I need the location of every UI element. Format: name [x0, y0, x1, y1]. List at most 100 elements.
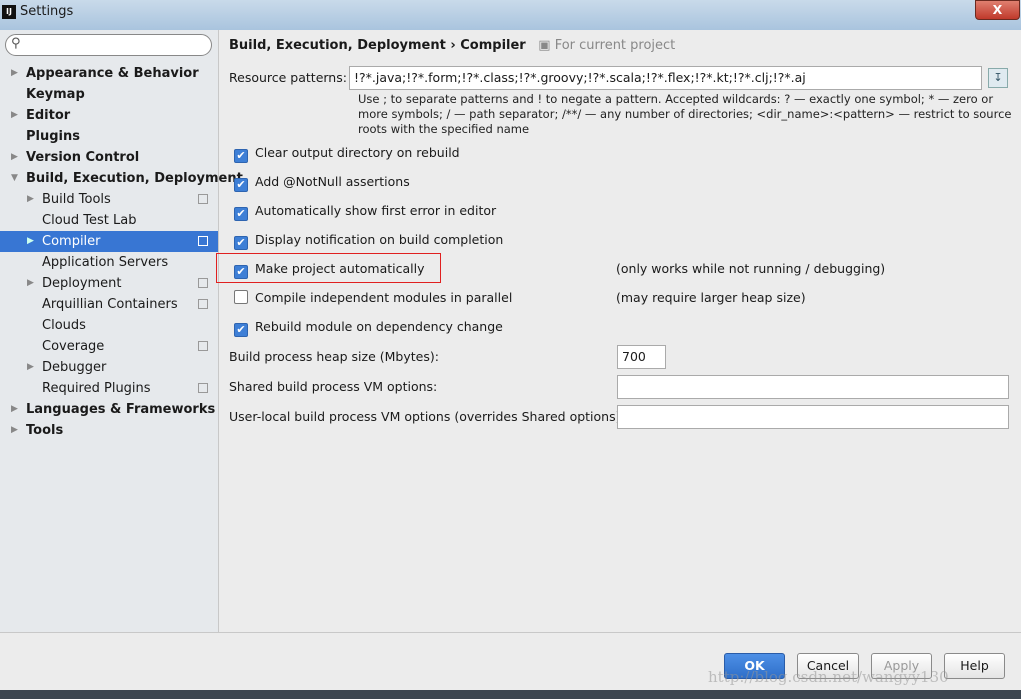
title-bar: IJ Settings X: [0, 0, 1021, 30]
sidebar-item[interactable]: ▶ Editor: [0, 105, 218, 126]
sidebar-item-label: Coverage: [42, 339, 105, 354]
checkbox-checked[interactable]: ✔: [234, 178, 248, 192]
download-icon: ↧: [993, 71, 1003, 84]
sidebar-item-label: Required Plugins: [42, 381, 151, 396]
project-scope-icon: [198, 341, 208, 351]
chevron-right-icon[interactable]: ▶: [27, 189, 34, 210]
checkbox-row[interactable]: ✔ Display notification on build completio…: [234, 230, 503, 250]
checkbox-label: Clear output directory on rebuild: [255, 145, 460, 160]
chevron-right-icon[interactable]: ▶: [11, 63, 18, 84]
sidebar-item-label: Plugins: [26, 129, 80, 144]
checkbox-row[interactable]: ✔ Clear output directory on rebuild: [234, 143, 460, 163]
scope-label: For current project: [554, 38, 676, 53]
checkbox-label: Add @NotNull assertions: [255, 174, 410, 189]
heap-size-label: Build process heap size (Mbytes):: [229, 349, 439, 364]
sidebar-item-label: Keymap: [26, 87, 85, 102]
chevron-right-icon[interactable]: ▶: [27, 273, 34, 294]
sidebar-item-label: Build Tools: [42, 192, 111, 207]
sidebar-item[interactable]: Keymap: [0, 84, 218, 105]
help-button[interactable]: Help: [944, 653, 1005, 679]
resource-patterns-label: Resource patterns:: [229, 70, 347, 85]
project-scope-icon: [198, 236, 208, 246]
sidebar-item-label: Debugger: [42, 360, 107, 375]
sidebar-item[interactable]: ▶ Build Tools: [0, 189, 218, 210]
chevron-right-icon[interactable]: ▶: [11, 105, 18, 126]
breadcrumb: Build, Execution, Deployment › Compiler …: [229, 38, 675, 53]
sidebar: ⚲ ▶ Appearance & Behavior Keymap ▶ Editor Plu…: [0, 30, 243, 632]
sidebar-item[interactable]: Coverage: [0, 336, 218, 357]
project-scope-icon: ▣: [538, 38, 551, 53]
shared-vm-options-label: Shared build process VM options:: [229, 379, 438, 394]
chevron-right-icon[interactable]: ▶: [11, 147, 18, 168]
expand-field-button[interactable]: ↧: [988, 68, 1008, 88]
checkbox-label: Compile independent modules in parallel: [255, 290, 513, 305]
sidebar-item[interactable]: ▶ Tools: [0, 420, 218, 441]
window-title: Settings: [20, 4, 74, 19]
sidebar-item[interactable]: Clouds: [0, 315, 218, 336]
sidebar-item-label: Languages & Frameworks: [26, 402, 216, 417]
sidebar-item[interactable]: Application Servers: [0, 252, 218, 273]
sidebar-item-label: Editor: [26, 108, 71, 123]
sidebar-item-label: Tools: [26, 423, 64, 438]
project-scope-icon: [198, 194, 208, 204]
sidebar-item[interactable]: Arquillian Containers: [0, 294, 218, 315]
sidebar-item[interactable]: Cloud Test Lab: [0, 210, 218, 231]
checkbox-note: (may require larger heap size): [616, 290, 806, 305]
sidebar-item[interactable]: ▶ Appearance & Behavior: [0, 63, 218, 84]
sidebar-item[interactable]: Required Plugins: [0, 378, 218, 399]
close-button[interactable]: X: [975, 0, 1020, 20]
sidebar-item-label: Appearance & Behavior: [26, 66, 199, 81]
checkbox-label: Automatically show first error in editor: [255, 203, 497, 218]
checkbox-row[interactable]: Compile independent modules in parallel: [234, 288, 512, 308]
chevron-right-icon[interactable]: ▶: [27, 357, 34, 378]
sidebar-item[interactable]: ▶ Version Control: [0, 147, 218, 168]
chevron-down-icon[interactable]: ▼: [11, 168, 18, 189]
sidebar-item-label: Build, Execution, Deployment: [26, 171, 243, 186]
sidebar-item[interactable]: ▶ Debugger: [0, 357, 218, 378]
chevron-right-icon[interactable]: ▶: [11, 399, 18, 420]
sidebar-item-label: Arquillian Containers: [42, 297, 178, 312]
search-input[interactable]: ⚲: [5, 34, 212, 56]
app-logo: IJ: [2, 5, 16, 19]
sidebar-item[interactable]: ▶ Languages & Frameworks: [0, 399, 218, 420]
resource-patterns-input[interactable]: !?*.java;!?*.form;!?*.class;!?*.groovy;!…: [349, 66, 982, 90]
sidebar-item[interactable]: ▶ Compiler: [0, 231, 218, 252]
sidebar-item-label: Compiler: [42, 234, 101, 249]
project-scope-icon: [198, 278, 208, 288]
project-scope-icon: [198, 299, 208, 309]
highlight-box: [216, 253, 441, 283]
sidebar-item-label: Cloud Test Lab: [42, 213, 137, 228]
sidebar-item-label: Clouds: [42, 318, 86, 333]
checkbox-label: Rebuild module on dependency change: [255, 319, 503, 334]
shared-vm-options-input[interactable]: [617, 375, 1009, 399]
taskbar-strip: [0, 690, 1021, 699]
checkbox-unchecked[interactable]: [234, 290, 248, 304]
breadcrumb-separator: ›: [450, 38, 456, 53]
checkbox-row[interactable]: ✔ Rebuild module on dependency change: [234, 317, 503, 337]
checkbox-checked[interactable]: ✔: [234, 236, 248, 250]
resource-patterns-hint: Use ; to separate patterns and ! to nega…: [358, 92, 1012, 136]
watermark: http://blog.csdn.net/wangyy130: [708, 668, 949, 686]
sidebar-item[interactable]: ▼ Build, Execution, Deployment: [0, 168, 243, 189]
breadcrumb-current: Compiler: [460, 38, 526, 53]
sidebar-item-label: Deployment: [42, 276, 122, 291]
project-scope-icon: [198, 383, 208, 393]
sidebar-item[interactable]: Plugins: [0, 126, 218, 147]
checkbox-row[interactable]: ✔ Automatically show first error in edito…: [234, 201, 496, 221]
checkbox-checked[interactable]: ✔: [234, 323, 248, 337]
checkbox-checked[interactable]: ✔: [234, 207, 248, 221]
search-icon: ⚲: [11, 36, 21, 51]
heap-size-input[interactable]: 700: [617, 345, 666, 369]
chevron-right-icon[interactable]: ▶: [11, 420, 18, 441]
sidebar-item[interactable]: ▶ Deployment: [0, 273, 218, 294]
checkbox-checked[interactable]: ✔: [234, 149, 248, 163]
breadcrumb-parent: Build, Execution, Deployment: [229, 38, 446, 53]
local-vm-options-input[interactable]: [617, 405, 1009, 429]
chevron-right-icon[interactable]: ▶: [27, 231, 34, 252]
sidebar-item-label: Version Control: [26, 150, 140, 165]
checkbox-row[interactable]: ✔ Add @NotNull assertions: [234, 172, 410, 192]
checkbox-label: Display notification on build completion: [255, 232, 504, 247]
checkbox-note: (only works while not running / debuggin…: [616, 261, 886, 276]
sidebar-item-label: Application Servers: [42, 255, 169, 270]
local-vm-options-label: User-local build process VM options (ove…: [229, 409, 625, 424]
